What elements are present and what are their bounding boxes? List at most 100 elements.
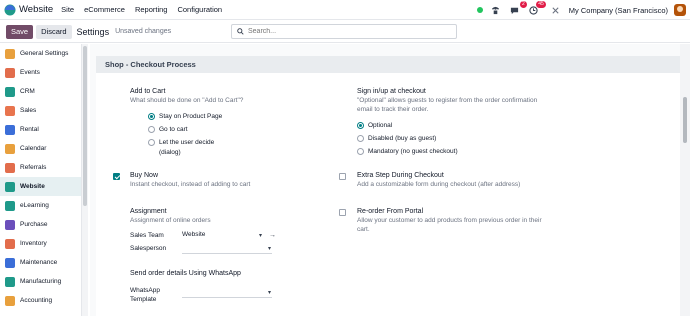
sidebar-item-label: Calendar bbox=[20, 145, 47, 152]
setting-sign-in-checkout: Sign in/up at checkout "Optional" allows… bbox=[357, 87, 587, 156]
setting-extra-step: Extra Step During Checkout Add a customi… bbox=[357, 171, 587, 189]
sidebar-item-general-settings[interactable]: General Settings bbox=[0, 44, 81, 63]
sales-team-row: Sales Team Website ▾ → bbox=[130, 229, 330, 242]
sidebar-item-label: Inventory bbox=[20, 240, 47, 247]
sidebar-item-calendar[interactable]: Calendar bbox=[0, 139, 81, 158]
add-to-cart-desc: What should be done on "Add to Cart"? bbox=[130, 97, 244, 104]
menu-reporting[interactable]: Reporting bbox=[135, 5, 168, 14]
app-name: Website bbox=[19, 4, 54, 15]
sidebar-item-referrals[interactable]: Referrals bbox=[0, 158, 81, 177]
radio-button[interactable] bbox=[357, 121, 364, 129]
messages-badge: 2 bbox=[520, 1, 527, 8]
elearning-icon bbox=[5, 200, 15, 211]
activity-clock-icon[interactable]: 45 bbox=[528, 1, 546, 16]
section-content: Add to Cart What should be done on "Add … bbox=[96, 73, 680, 316]
sidebar-item-elearning[interactable]: eLearning bbox=[0, 196, 81, 215]
search-box[interactable] bbox=[231, 24, 457, 39]
radio-stay-on-product-page[interactable]: Stay on Product Page bbox=[148, 111, 330, 121]
setting-assignment: Assignment Assignment of online orders S… bbox=[130, 207, 330, 255]
radio-button[interactable] bbox=[148, 112, 155, 120]
radio-button[interactable] bbox=[148, 138, 155, 146]
app-logo[interactable]: Website bbox=[4, 4, 61, 16]
radio-mandatory[interactable]: Mandatory (no guest checkout) bbox=[357, 146, 587, 156]
whatsapp-template-select[interactable]: ▾ bbox=[182, 288, 272, 298]
sidebar-scrollbar-thumb[interactable] bbox=[83, 46, 87, 206]
whatsapp-label-1: WhatsApp bbox=[130, 287, 160, 294]
activity-badge: 45 bbox=[536, 1, 546, 8]
sidebar-item-manufacturing[interactable]: Manufacturing bbox=[0, 272, 81, 291]
radio-go-to-cart[interactable]: Go to cart bbox=[148, 124, 330, 134]
settings-main: Shop - Checkout Process Add to Cart What… bbox=[90, 44, 680, 316]
sales-team-select[interactable]: Website ▾ → bbox=[182, 230, 276, 241]
sidebar-item-sales[interactable]: Sales bbox=[0, 101, 81, 120]
sign-in-desc-2: email to track their order. bbox=[357, 106, 429, 113]
salesperson-row: Salesperson ▾ bbox=[130, 242, 330, 255]
calendar-icon bbox=[5, 143, 15, 154]
phone-icon[interactable] bbox=[490, 4, 502, 16]
discard-button[interactable]: Discard bbox=[36, 24, 72, 39]
manufacturing-icon bbox=[5, 276, 15, 287]
sales-icon bbox=[5, 105, 15, 116]
page-title: Settings bbox=[76, 26, 110, 37]
setting-reorder-portal: Re-order From Portal Allow your customer… bbox=[357, 207, 587, 234]
radio-button[interactable] bbox=[148, 125, 155, 133]
sidebar-item-label: CRM bbox=[20, 88, 35, 95]
radio-button[interactable] bbox=[357, 134, 364, 142]
internal-link-arrow-icon[interactable]: → bbox=[269, 232, 276, 239]
sidebar-item-accounting[interactable]: Accounting bbox=[0, 291, 81, 310]
sidebar-item-label: Purchase bbox=[20, 221, 48, 228]
sidebar-item-events[interactable]: Events bbox=[0, 63, 81, 82]
menu-ecommerce[interactable]: eCommerce bbox=[84, 5, 125, 14]
sales-team-value: Website bbox=[182, 230, 206, 238]
radio-button[interactable] bbox=[357, 147, 364, 155]
radio-disabled-guest[interactable]: Disabled (buy as guest) bbox=[357, 133, 587, 143]
sidebar-item-purchase[interactable]: Purchase bbox=[0, 215, 81, 234]
reorder-checkbox[interactable] bbox=[339, 209, 346, 216]
whatsapp-label-2: Template bbox=[130, 296, 157, 303]
save-button[interactable]: Save bbox=[6, 24, 34, 39]
sign-in-title: Sign in/up at checkout bbox=[357, 88, 426, 95]
referrals-icon bbox=[5, 162, 15, 173]
company-switcher[interactable]: My Company (San Francisco) bbox=[569, 6, 668, 15]
reorder-title: Re-order From Portal bbox=[357, 208, 424, 215]
user-avatar[interactable] bbox=[674, 4, 686, 16]
extra-step-checkbox[interactable] bbox=[339, 173, 346, 180]
sidebar-item-label: Manufacturing bbox=[20, 278, 62, 285]
debug-tools-icon[interactable] bbox=[550, 4, 562, 16]
caret-down-icon: ▾ bbox=[267, 290, 271, 296]
main-scrollbar-thumb[interactable] bbox=[683, 97, 687, 143]
sidebar-item-rental[interactable]: Rental bbox=[0, 120, 81, 139]
radio-label: Stay on Product Page bbox=[159, 112, 223, 120]
sidebar-item-label: Accounting bbox=[20, 297, 53, 304]
main-scrollbar[interactable] bbox=[680, 44, 690, 316]
top-navbar: Website Site eCommerce Reporting Configu… bbox=[0, 0, 690, 20]
inventory-icon bbox=[5, 238, 15, 249]
sidebar-item-maintenance[interactable]: Maintenance bbox=[0, 253, 81, 272]
menu-configuration[interactable]: Configuration bbox=[177, 5, 222, 14]
sales-team-label: Sales Team bbox=[130, 232, 164, 239]
purchase-icon bbox=[5, 219, 15, 230]
website-app-icon bbox=[4, 4, 16, 15]
search-input[interactable] bbox=[248, 28, 448, 35]
setting-add-to-cart: Add to Cart What should be done on "Add … bbox=[130, 87, 330, 157]
radio-optional[interactable]: Optional bbox=[357, 120, 587, 130]
messages-icon[interactable]: 2 bbox=[509, 1, 527, 16]
radio-label: Optional bbox=[368, 121, 393, 129]
sidebar-item-label: Website bbox=[20, 183, 45, 190]
buy-now-checkbox[interactable] bbox=[113, 173, 120, 180]
sidebar-item-label: General Settings bbox=[20, 50, 69, 57]
accounting-icon bbox=[5, 295, 15, 306]
sidebar-item-inventory[interactable]: Inventory bbox=[0, 234, 81, 253]
sidebar-item-label: Referrals bbox=[20, 164, 47, 171]
menu-site[interactable]: Site bbox=[61, 5, 74, 14]
maintenance-icon bbox=[5, 257, 15, 268]
unsaved-changes-indicator: Unsaved changes bbox=[115, 28, 172, 35]
sidebar-item-website[interactable]: Website bbox=[0, 177, 81, 196]
buy-now-desc: Instant checkout, instead of adding to c… bbox=[130, 181, 251, 188]
sidebar-item-label: Sales bbox=[20, 107, 37, 114]
radio-let-user-decide[interactable]: Let the user decide bbox=[148, 137, 330, 147]
sidebar-item-crm[interactable]: CRM bbox=[0, 82, 81, 101]
sidebar-scrollbar[interactable] bbox=[82, 44, 88, 316]
whatsapp-title: Send order details Using WhatsApp bbox=[130, 270, 241, 277]
salesperson-select[interactable]: ▾ bbox=[182, 244, 272, 254]
